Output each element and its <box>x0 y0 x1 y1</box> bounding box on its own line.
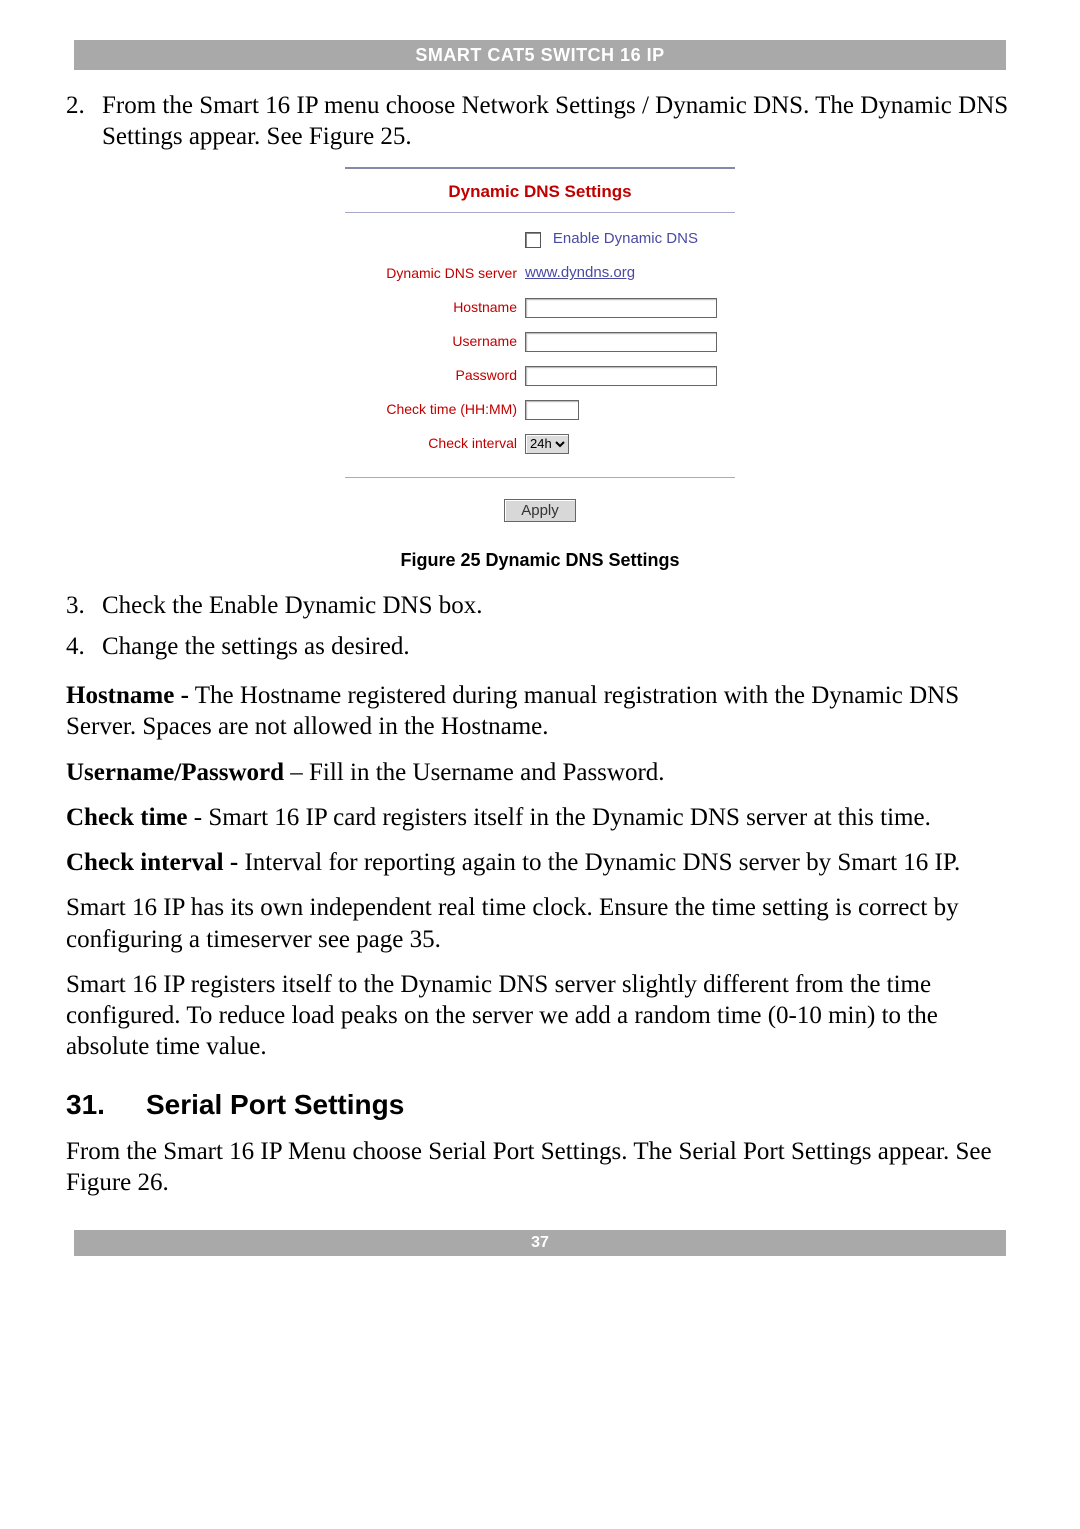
hostname-label: Hostname <box>353 299 525 317</box>
list-item: 3. Check the Enable Dynamic DNS box. <box>66 590 1014 621</box>
username-label: Username <box>353 333 525 351</box>
hostname-input[interactable] <box>525 298 717 318</box>
list-item: 2. From the Smart 16 IP menu choose Netw… <box>66 90 1014 153</box>
list-text: Change the settings as desired. <box>102 631 410 662</box>
list-text: Check the Enable Dynamic DNS box. <box>102 590 482 621</box>
username-row: Username <box>353 325 727 359</box>
dynamic-dns-panel: Dynamic DNS Settings Enable Dynamic DNS … <box>345 167 735 538</box>
dns-server-link[interactable]: www.dyndns.org <box>525 264 635 281</box>
para-userpass: Username/Password – Fill in the Username… <box>66 757 1014 788</box>
section-title: Serial Port Settings <box>146 1089 404 1120</box>
enable-dns-checkbox[interactable] <box>525 232 541 248</box>
panel-title: Dynamic DNS Settings <box>345 167 735 213</box>
para-checktime-text: - Smart 16 IP card registers itself in t… <box>188 804 931 831</box>
dns-server-label: Dynamic DNS server <box>353 265 525 283</box>
para-checktime-bold: Check time <box>66 804 188 831</box>
hostname-row: Hostname <box>353 291 727 325</box>
section-heading: 31.Serial Port Settings <box>66 1087 1014 1122</box>
apply-button[interactable]: Apply <box>504 499 576 522</box>
para-hostname-text: The Hostname registered during manual re… <box>66 682 959 740</box>
checktime-input[interactable] <box>525 400 579 420</box>
username-input[interactable] <box>525 332 717 352</box>
list-text: From the Smart 16 IP menu choose Network… <box>102 90 1014 153</box>
section-number: 31. <box>66 1087 146 1122</box>
enable-dns-row: Enable Dynamic DNS <box>353 223 727 257</box>
checkinterval-row: Check interval 24h <box>353 427 727 461</box>
checktime-row: Check time (HH:MM) <box>353 393 727 427</box>
para-userpass-bold: Username/Password <box>66 759 284 786</box>
page-header: SMART CAT5 SWITCH 16 IP <box>74 40 1006 70</box>
checkinterval-label: Check interval <box>353 435 525 453</box>
para-checkinterval-text: Interval for reporting again to the Dyna… <box>238 849 960 876</box>
para-checkinterval: Check interval - Interval for reporting … <box>66 847 1014 878</box>
page-footer: 37 <box>74 1230 1006 1256</box>
checktime-label: Check time (HH:MM) <box>353 401 525 419</box>
dns-server-row: Dynamic DNS server www.dyndns.org <box>353 257 727 291</box>
password-input[interactable] <box>525 366 717 386</box>
checkinterval-select[interactable]: 24h <box>525 434 569 454</box>
password-label: Password <box>353 367 525 385</box>
panel-footer: Apply <box>345 477 735 537</box>
para-hostname: Hostname - The Hostname registered durin… <box>66 680 1014 743</box>
list-number: 2. <box>66 90 102 153</box>
list-item: 4. Change the settings as desired. <box>66 631 1014 662</box>
para-checktime: Check time - Smart 16 IP card registers … <box>66 802 1014 833</box>
enable-dns-label: Enable Dynamic DNS <box>553 230 698 247</box>
para-register: Smart 16 IP registers itself to the Dyna… <box>66 969 1014 1063</box>
list-number: 4. <box>66 631 102 662</box>
body-content: 2. From the Smart 16 IP menu choose Netw… <box>66 90 1014 1198</box>
password-row: Password <box>353 359 727 393</box>
list-number: 3. <box>66 590 102 621</box>
para-hostname-bold: Hostname - <box>66 682 189 709</box>
section-text: From the Smart 16 IP Menu choose Serial … <box>66 1136 1014 1199</box>
figure-caption: Figure 25 Dynamic DNS Settings <box>66 549 1014 572</box>
para-checkinterval-bold: Check interval - <box>66 849 238 876</box>
para-rtc: Smart 16 IP has its own independent real… <box>66 892 1014 955</box>
para-userpass-text: – Fill in the Username and Password. <box>284 759 665 786</box>
